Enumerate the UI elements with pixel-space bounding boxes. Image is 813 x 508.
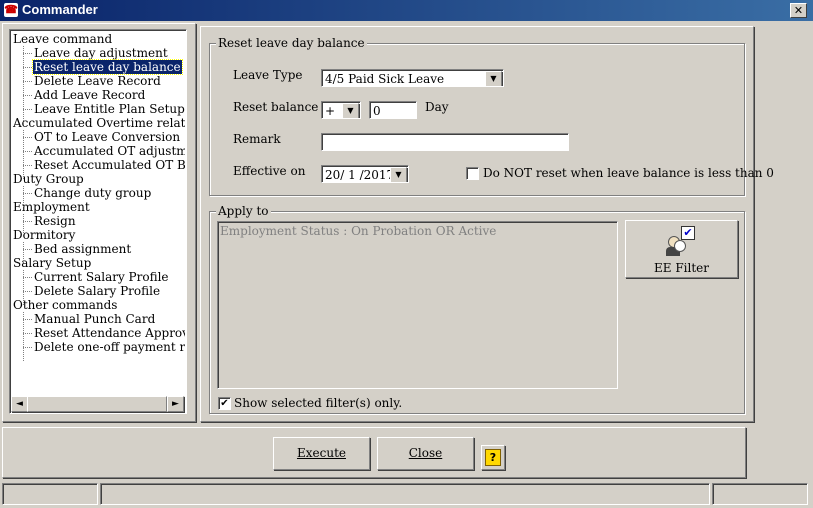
leave-type-select[interactable]: 4/5 Paid Sick Leave ▼ xyxy=(321,69,504,87)
command-tree-items: Leave command Leave day adjustment Reset l… xyxy=(11,31,185,395)
tree-group-node[interactable]: Accumulated Overtime related comm xyxy=(13,116,185,130)
tree-group-node[interactable]: Employment xyxy=(13,200,90,214)
tree-command-node[interactable]: Leave Entitle Plan Setup xyxy=(33,102,185,116)
tree-group-node[interactable]: Leave command xyxy=(13,32,112,46)
tree-connector xyxy=(23,347,32,348)
tree-command-node[interactable]: Resign xyxy=(33,214,77,228)
tree-connector xyxy=(23,319,32,320)
date-dropdown-icon[interactable]: ▼ xyxy=(390,167,407,182)
tree-command-node[interactable]: Leave day adjustment xyxy=(33,46,169,60)
tree-connector xyxy=(23,151,32,152)
ee-filter-icon: ✔ xyxy=(666,226,695,258)
scroll-thumb[interactable] xyxy=(27,396,167,412)
tree-command-node[interactable]: Reset Attendance Approval Leve xyxy=(33,326,185,340)
tree-connector xyxy=(23,221,32,222)
apply-to-group-title: Apply to xyxy=(216,204,271,218)
tree-command-node[interactable]: Reset Accumulated OT Balance xyxy=(33,158,185,172)
status-cell-1 xyxy=(2,483,98,505)
reset-leave-group-title: Reset leave day balance xyxy=(216,36,367,50)
show-selected-checkbox[interactable]: ✔ xyxy=(218,397,231,410)
tree-connector xyxy=(23,277,32,278)
tree-command-node[interactable]: Bed assignment xyxy=(33,242,132,256)
no-reset-label: Do NOT reset when leave balance is less … xyxy=(483,166,774,180)
tree-connector xyxy=(23,81,32,82)
reset-balance-label: Reset balance to xyxy=(233,100,335,114)
tree-command-node[interactable]: Accumulated OT adjustment xyxy=(33,144,185,158)
tree-command-node[interactable]: Manual Punch Card xyxy=(33,312,156,326)
close-window-button[interactable]: ✕ xyxy=(790,3,807,18)
action-panel xyxy=(2,427,746,478)
sign-select[interactable]: + ▼ xyxy=(321,101,361,119)
close-label: Close xyxy=(408,446,443,460)
tree-connector xyxy=(23,186,24,207)
show-selected-label: Show selected filter(s) only. xyxy=(234,396,403,410)
tree-command-node[interactable]: Delete Leave Record xyxy=(33,74,162,88)
command-tree[interactable]: Leave command Leave day adjustment Reset l… xyxy=(9,29,187,414)
leave-type-dropdown-icon[interactable]: ▼ xyxy=(485,71,502,86)
sign-dropdown-icon[interactable]: ▼ xyxy=(342,103,359,118)
remark-label: Remark xyxy=(233,132,281,146)
tree-command-node[interactable]: Delete one-off payment records xyxy=(33,340,185,354)
leave-type-label: Leave Type xyxy=(233,68,303,82)
app-icon: ☎ xyxy=(4,3,18,17)
execute-label: Execute xyxy=(296,446,346,460)
tree-command-node[interactable]: Current Salary Profile xyxy=(33,270,170,284)
tree-connector xyxy=(23,109,32,110)
tree-command-node[interactable]: Reset leave day balance xyxy=(32,59,183,75)
tree-connector xyxy=(23,67,32,68)
help-button[interactable]: ? xyxy=(481,445,505,470)
remark-input[interactable] xyxy=(321,133,569,151)
tree-connector xyxy=(23,333,32,334)
unit-label: Day xyxy=(425,100,449,114)
tree-connector xyxy=(23,95,32,96)
status-cell-3 xyxy=(712,483,808,505)
tree-group-node[interactable]: Salary Setup xyxy=(13,256,91,270)
effective-date-picker[interactable]: 20/ 1 /2017 ▼ xyxy=(321,165,409,183)
tree-connector xyxy=(23,165,32,166)
tree-connector xyxy=(23,193,32,194)
tree-connector xyxy=(23,46,24,123)
ee-filter-button[interactable]: ✔ EE Filter xyxy=(625,220,738,278)
tree-connector xyxy=(23,270,24,305)
tree-connector xyxy=(23,137,32,138)
tree-connector xyxy=(23,214,24,235)
filter-display: Employment Status : On Probation OR Acti… xyxy=(217,221,618,389)
tree-connector xyxy=(23,291,32,292)
scroll-right-button[interactable]: ► xyxy=(167,396,184,412)
status-cell-2 xyxy=(100,483,710,505)
effective-on-label: Effective on xyxy=(233,164,306,178)
leave-type-value: 4/5 Paid Sick Leave xyxy=(325,72,445,86)
tree-connector xyxy=(23,312,24,361)
tree-connector xyxy=(23,249,32,250)
tree-group-node[interactable]: Other commands xyxy=(13,298,117,312)
sign-value: + xyxy=(325,104,336,118)
close-button[interactable]: Close xyxy=(377,437,474,470)
tree-connector xyxy=(23,53,32,54)
balance-amount-input[interactable]: 0 xyxy=(369,101,417,119)
help-icon: ? xyxy=(485,449,501,466)
filter-text: Employment Status : On Probation OR Acti… xyxy=(220,224,497,238)
scroll-left-button[interactable]: ◄ xyxy=(11,396,28,412)
tree-command-node[interactable]: Delete Salary Profile xyxy=(33,284,161,298)
tree-command-node[interactable]: Add Leave Record xyxy=(33,88,146,102)
window-title: Commander xyxy=(22,2,98,17)
tree-command-node[interactable]: OT to Leave Conversion xyxy=(33,130,181,144)
tree-horizontal-scrollbar[interactable]: ◄ ► xyxy=(11,396,185,412)
effective-date-value: 20/ 1 /2017 xyxy=(325,168,395,182)
title-bar: ☎ Commander ✕ xyxy=(0,0,813,21)
tree-command-node[interactable]: Change duty group xyxy=(33,186,152,200)
ee-filter-label: EE Filter xyxy=(654,261,709,275)
execute-button[interactable]: Execute xyxy=(273,437,370,470)
no-reset-checkbox[interactable] xyxy=(466,167,479,180)
tree-connector xyxy=(23,130,24,179)
tree-connector xyxy=(23,242,24,263)
